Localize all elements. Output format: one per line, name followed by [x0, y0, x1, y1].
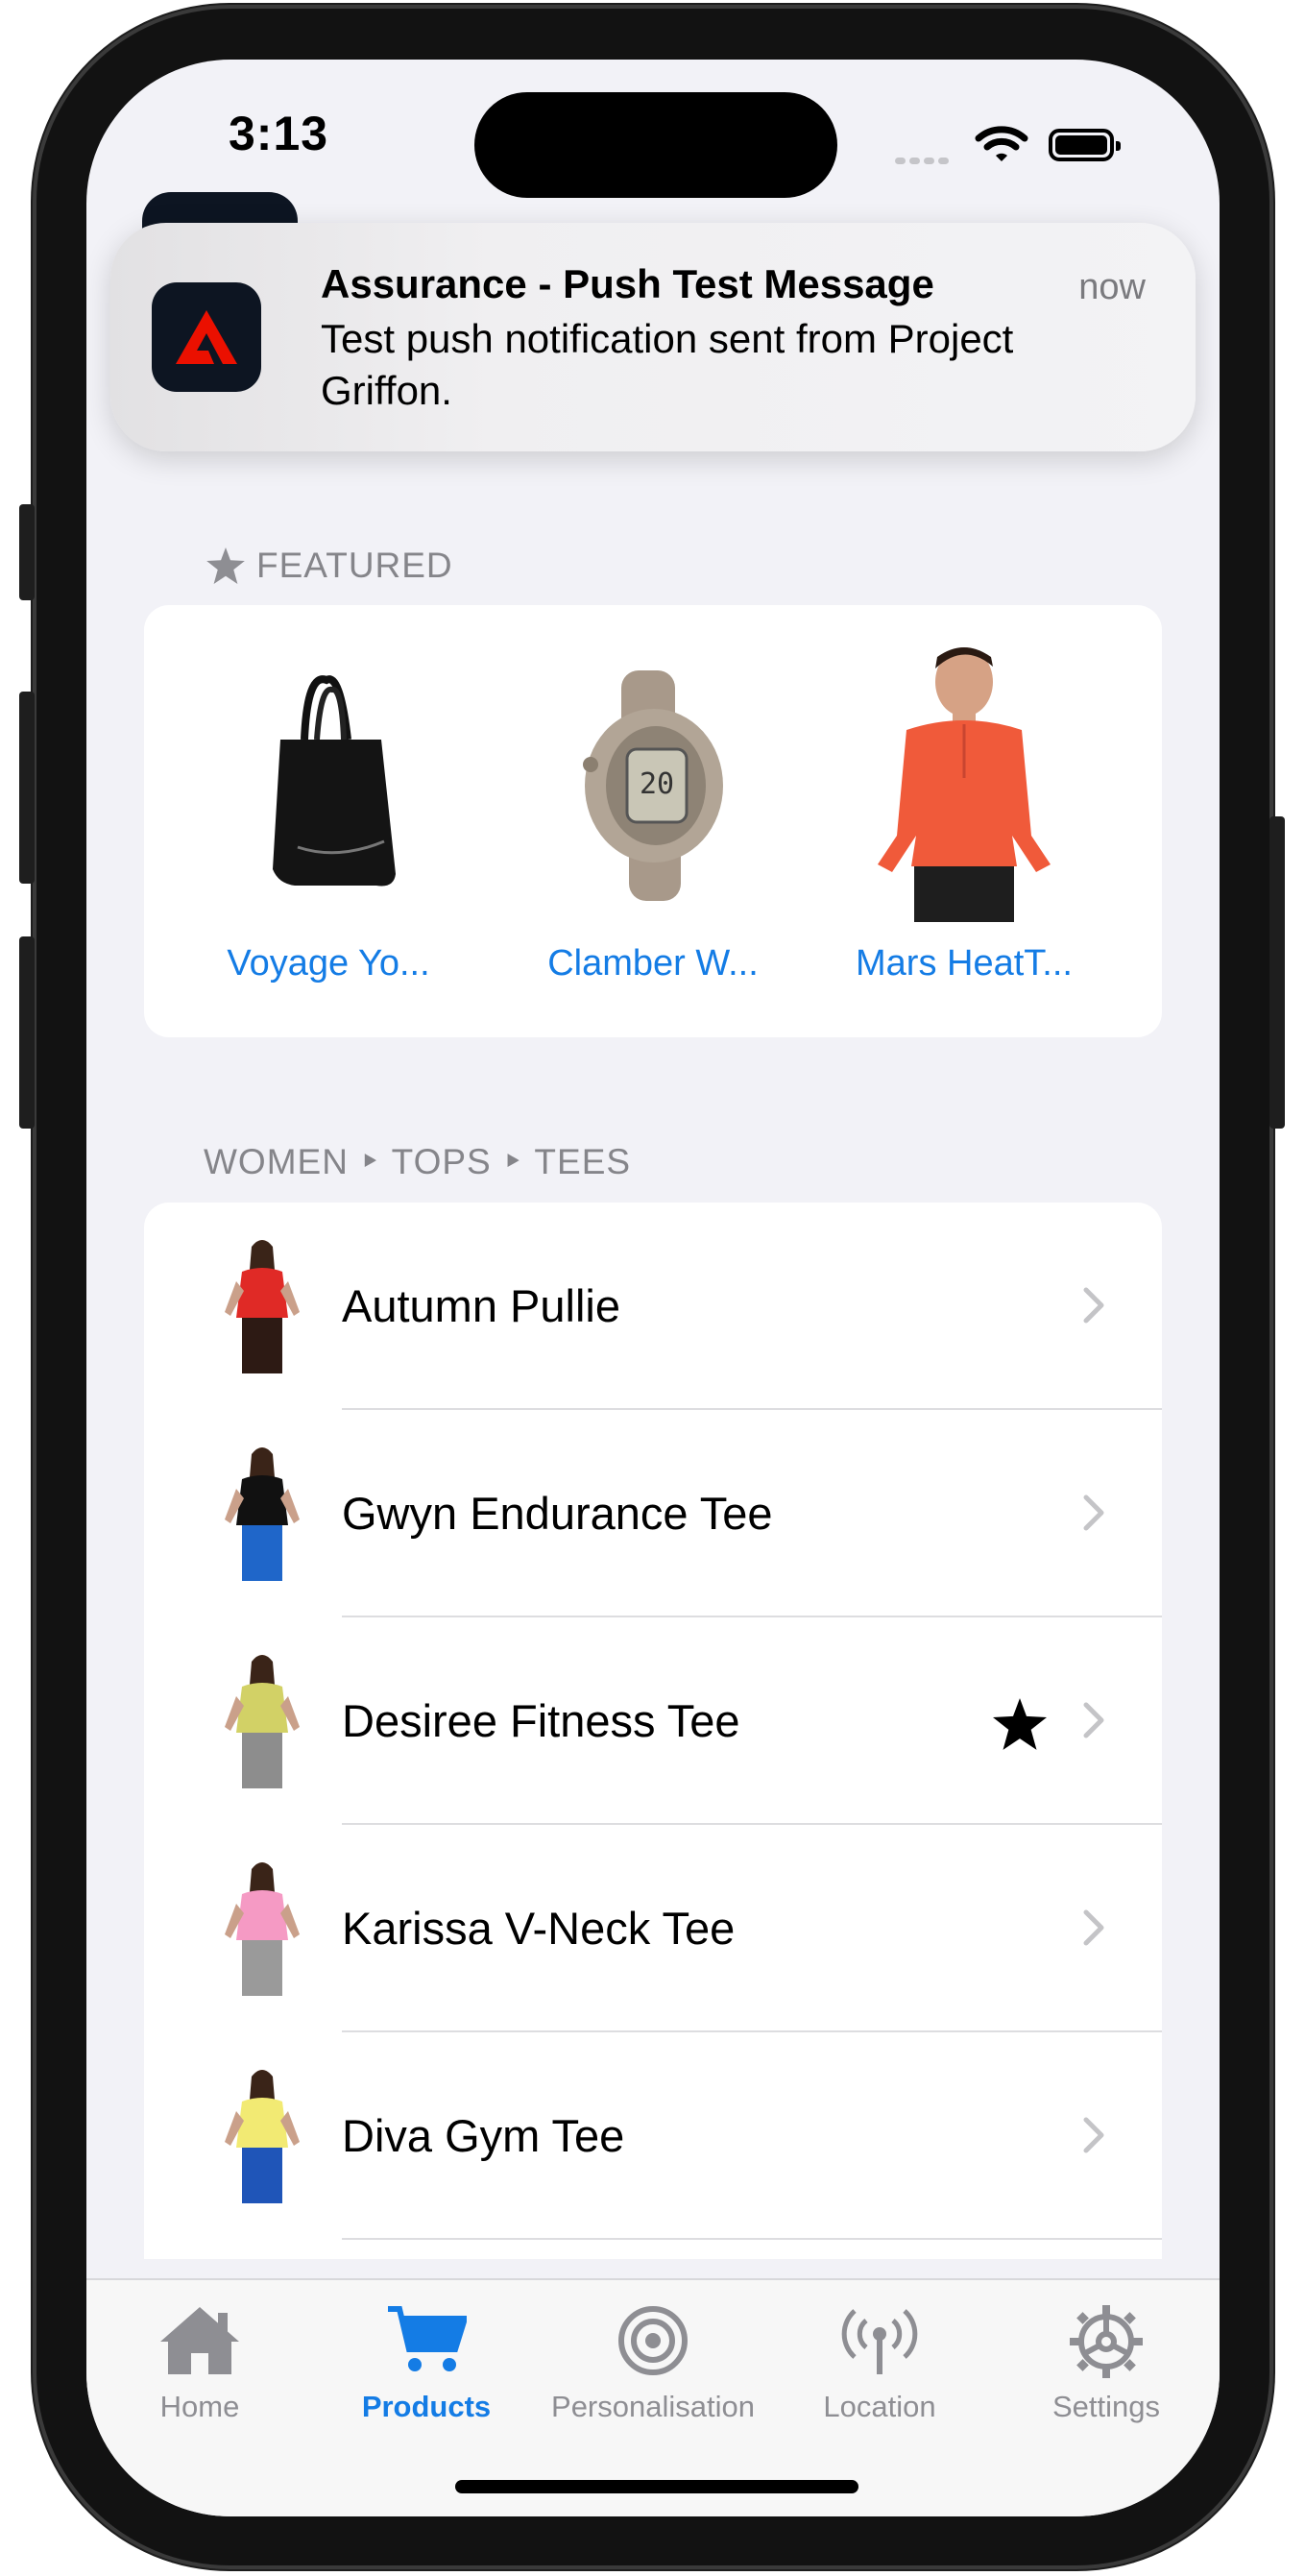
battery-icon [1049, 129, 1121, 161]
featured-item[interactable]: Mars HeatT... [820, 605, 1108, 1037]
product-name: Karissa V-Neck Tee [342, 1903, 736, 1954]
tab-label: Personalisation [551, 2390, 755, 2423]
product-thumbnail [221, 1445, 303, 1587]
screen: 3:13 Assurance - Push Test Message now T… [86, 60, 1220, 2516]
sport-watch-image: 20 [571, 670, 735, 906]
star-icon[interactable] [993, 1698, 1047, 1755]
featured-label: FEATURED [256, 546, 453, 585]
product-row[interactable]: Desiree Fitness Tee [144, 1617, 1162, 1825]
chevron-right-icon [1083, 1495, 1104, 1536]
tab-personalisation[interactable]: Personalisation [540, 2280, 766, 2434]
featured-item-label: Clamber W... [547, 943, 759, 984]
tab-products[interactable]: Products [313, 2280, 540, 2434]
notification-time: now [1078, 267, 1146, 307]
cart-icon [386, 2305, 470, 2379]
featured-item[interactable]: Voyage Yo... [184, 605, 472, 1037]
adobe-icon [152, 282, 261, 392]
wifi-icon [975, 125, 1028, 168]
product-thumbnail [221, 2067, 303, 2209]
push-notification-banner[interactable]: Assurance - Push Test Message now Test p… [110, 223, 1196, 451]
tab-label: Location [823, 2390, 936, 2423]
man-orange-pullover-image [858, 644, 1070, 927]
product-name: Desiree Fitness Tee [342, 1695, 740, 1746]
product-row[interactable]: Autumn Pullie [144, 1203, 1162, 1410]
product-thumbnail [221, 1859, 303, 2002]
chevron-right-icon [1083, 1287, 1104, 1328]
chevron-right-icon [1083, 2117, 1104, 2158]
notification-body: Test push notification sent from Project… [321, 316, 1014, 413]
product-row[interactable]: Karissa V-Neck Tee [144, 1825, 1162, 2032]
volume-down-button [19, 936, 35, 1129]
chevron-right-icon [1083, 1702, 1104, 1743]
tab-settings[interactable]: Settings [993, 2280, 1220, 2434]
product-name: Autumn Pullie [342, 1280, 620, 1331]
featured-item-label: Voyage Yo... [227, 943, 430, 984]
power-button [1269, 816, 1285, 1129]
featured-item-label: Mars HeatT... [856, 943, 1073, 984]
cellular-signal-icon [895, 152, 953, 169]
chevron-right-icon [1083, 1909, 1104, 1951]
status-time: 3:13 [229, 107, 329, 160]
product-row-partial[interactable] [144, 2240, 1162, 2259]
volume-up-button [19, 692, 35, 884]
product-name: Diva Gym Tee [342, 2110, 625, 2161]
product-row[interactable]: Gwyn Endurance Tee [144, 1410, 1162, 1617]
product-name: Gwyn Endurance Tee [342, 1488, 773, 1539]
tab-home[interactable]: Home [86, 2280, 313, 2434]
featured-item[interactable]: 20 Clamber W... [509, 605, 797, 1037]
house-icon [158, 2305, 241, 2381]
tab-label: Settings [1051, 2390, 1160, 2423]
tab-location[interactable]: Location [766, 2280, 993, 2434]
product-thumbnail [221, 1652, 303, 1794]
target-icon [617, 2305, 689, 2381]
featured-carousel: Voyage Yo... 20 Clamber W... Mars HeatT.… [144, 605, 1162, 1037]
category-breadcrumb: WOMEN ‣ TOPS ‣ TEES [204, 1142, 632, 1181]
product-thumbnail [221, 1237, 303, 1379]
tote-bag-image [252, 672, 405, 898]
antenna-icon [841, 2305, 918, 2381]
product-list: Autumn Pullie Gwyn Endurance Tee Desiree F… [144, 1203, 1162, 2259]
action-button [19, 504, 35, 600]
notification-title: Assurance - Push Test Message [321, 261, 934, 306]
star-icon [206, 547, 245, 584]
gear-icon [1070, 2305, 1143, 2383]
home-indicator[interactable] [455, 2480, 858, 2493]
tab-label: Products [361, 2390, 492, 2423]
featured-section-header: FEATURED [206, 546, 453, 586]
product-row[interactable]: Diva Gym Tee [144, 2032, 1162, 2240]
tab-label: Home [159, 2390, 240, 2423]
svg-text:20: 20 [640, 767, 674, 801]
dynamic-island [474, 92, 837, 198]
